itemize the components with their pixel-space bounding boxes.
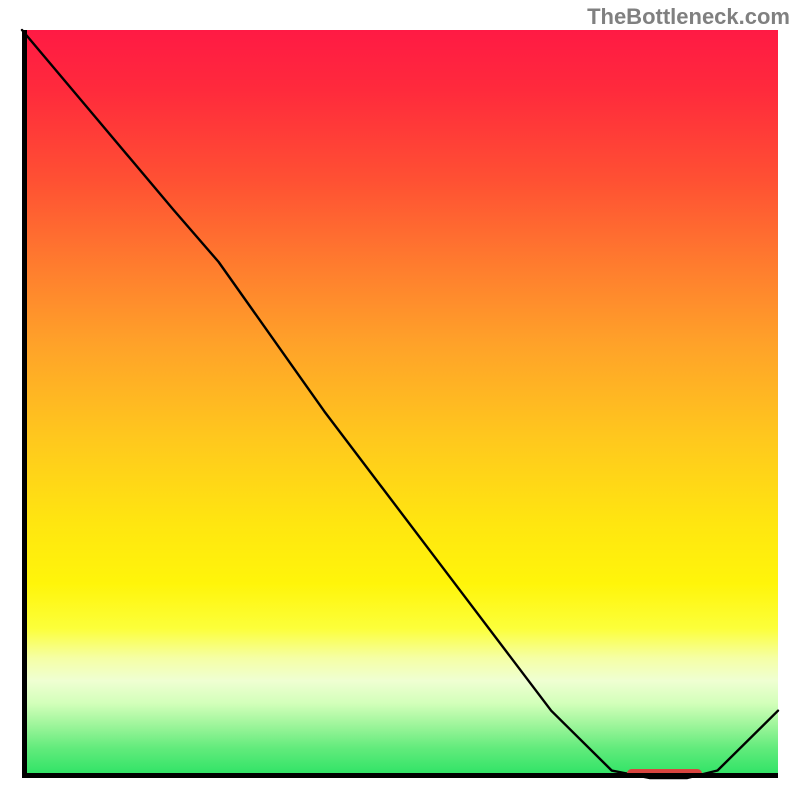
plot-area: [22, 30, 778, 778]
chart-container: TheBottleneck.com: [0, 0, 800, 800]
axes-border: [22, 30, 778, 778]
watermark-text: TheBottleneck.com: [587, 4, 790, 30]
